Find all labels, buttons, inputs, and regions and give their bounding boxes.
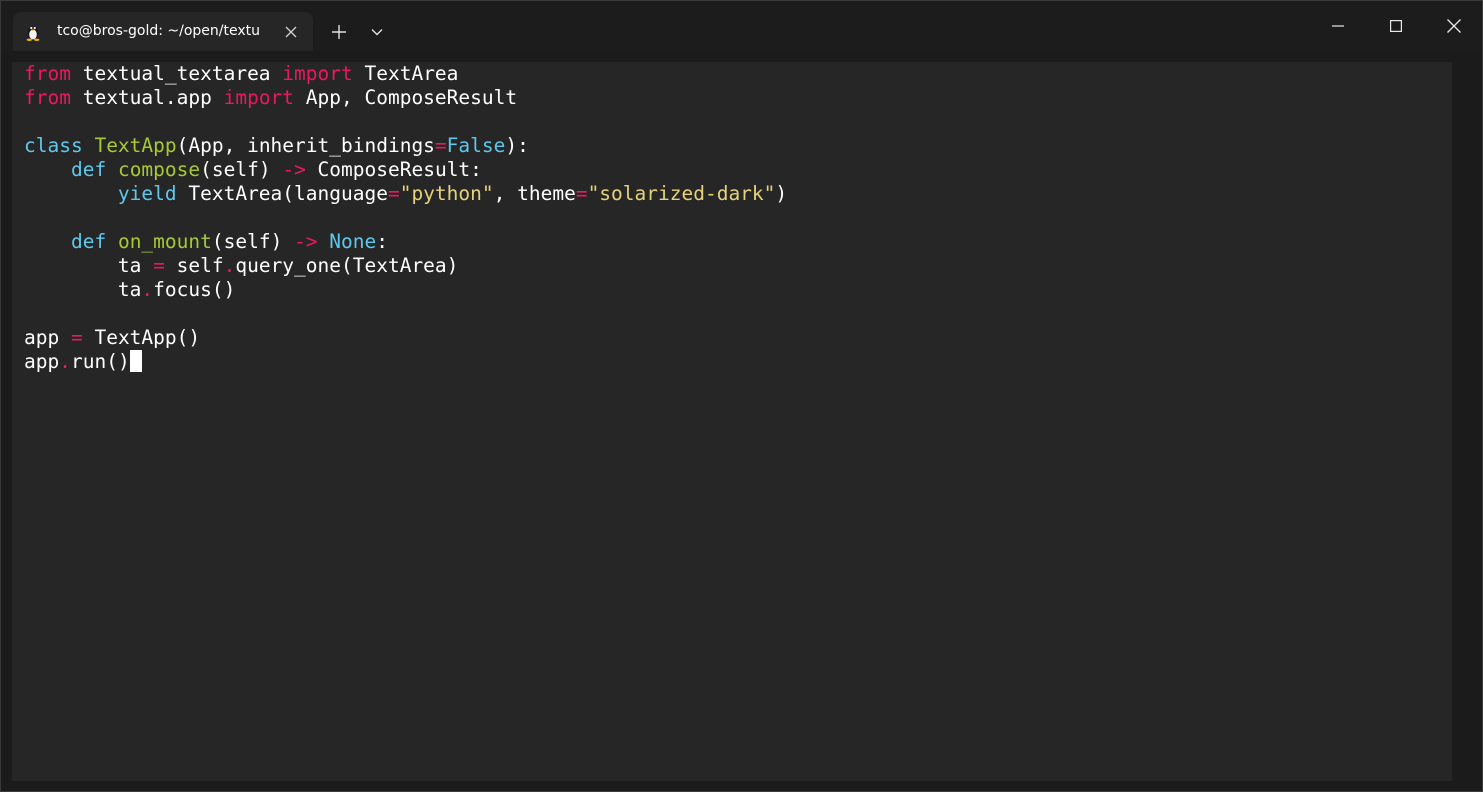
code-token: TextArea <box>352 62 459 85</box>
code-token: ) <box>775 182 788 205</box>
code-token: from <box>24 62 71 85</box>
linux-penguin-icon <box>26 26 40 41</box>
terminal-content-area[interactable]: from textual_textarea import TextArea fro… <box>12 62 1452 781</box>
code-token: def <box>70 158 107 181</box>
code-token: -> <box>294 230 318 253</box>
code-token: . <box>223 254 236 277</box>
code-token: import <box>282 62 353 85</box>
code-token: = <box>70 326 83 349</box>
text-cursor <box>129 350 142 372</box>
code-token: textual.app <box>70 86 224 109</box>
code-token: run() <box>70 350 130 373</box>
code-line: ta.focus() <box>24 278 787 302</box>
title-bar[interactable]: tco@bros-gold: ~/open/textu <box>1 1 1482 51</box>
tab-title: tco@bros-gold: ~/open/textu <box>57 23 260 39</box>
code-line: yield TextArea(language="python", theme=… <box>24 182 787 206</box>
code-token: yield <box>117 182 177 205</box>
code-token: textual_textarea <box>70 62 283 85</box>
code-token: compose <box>117 158 201 181</box>
maximize-icon <box>1390 20 1402 32</box>
code-token: App, ComposeResult <box>294 86 518 109</box>
code-token: . <box>141 278 154 301</box>
code-line: from textual_textarea import TextArea <box>24 62 787 86</box>
code-token: . <box>59 350 71 373</box>
code-token: = <box>434 134 447 157</box>
plus-icon <box>332 25 346 39</box>
close-icon <box>1447 19 1461 33</box>
close-window-button[interactable] <box>1425 1 1482 51</box>
code-token: focus() <box>153 278 236 301</box>
code-token: False <box>446 134 506 157</box>
code-token: query_one(TextArea) <box>235 254 459 277</box>
chevron-down-icon <box>371 29 383 36</box>
code-token: "python" <box>399 182 494 205</box>
code-token: ): <box>505 134 529 157</box>
code-line: app.run() <box>24 350 787 374</box>
code-token: = <box>153 254 165 277</box>
code-token: TextApp <box>94 134 177 157</box>
code-line: from textual.app import App, ComposeResu… <box>24 86 787 110</box>
code-line: def on_mount(self) -> None: <box>24 230 787 254</box>
code-token: (App, inherit_bindings <box>176 134 435 157</box>
scrollbar[interactable] <box>1452 62 1482 781</box>
code-token: : <box>376 230 389 253</box>
code-token: ta <box>24 254 154 277</box>
code-token: class <box>24 134 83 157</box>
code-token: "solarized-dark" <box>587 182 776 205</box>
code-token: = <box>575 182 588 205</box>
code-token: (self) <box>211 230 295 253</box>
tab-close-icon[interactable] <box>279 21 303 43</box>
code-token: on_mount <box>117 230 212 253</box>
code-line: class TextApp(App, inherit_bindings=Fals… <box>24 134 787 158</box>
code-token: -> <box>282 158 306 181</box>
code-token: = <box>387 182 400 205</box>
tab-dropdown-button[interactable] <box>363 18 391 46</box>
code-line: app = TextApp() <box>24 326 787 350</box>
terminal-window: tco@bros-gold: ~/open/textu from textual… <box>0 0 1483 792</box>
code-token: app <box>24 350 60 373</box>
code-token: TextArea(language <box>176 182 388 205</box>
code-token: app <box>24 326 71 349</box>
code-token: None <box>329 230 377 253</box>
minimize-icon <box>1332 25 1344 27</box>
code-token: self <box>164 254 224 277</box>
minimize-button[interactable] <box>1309 1 1367 51</box>
code-token: import <box>223 86 295 109</box>
code-token: TextApp() <box>82 326 201 349</box>
new-tab-button[interactable] <box>325 18 353 46</box>
code-token: ta <box>24 278 142 301</box>
tab-active[interactable]: tco@bros-gold: ~/open/textu <box>13 12 313 51</box>
code-line: ta = self.query_one(TextArea) <box>24 254 787 278</box>
code-token: (self) <box>200 158 283 181</box>
code-token: ComposeResult: <box>305 158 482 181</box>
code-block: from textual_textarea import TextArea fro… <box>24 62 787 374</box>
code-token: def <box>70 230 107 253</box>
code-token: from <box>24 86 71 109</box>
code-token: , theme <box>493 182 576 205</box>
code-line: def compose(self) -> ComposeResult: <box>24 158 787 182</box>
maximize-button[interactable] <box>1367 1 1425 51</box>
